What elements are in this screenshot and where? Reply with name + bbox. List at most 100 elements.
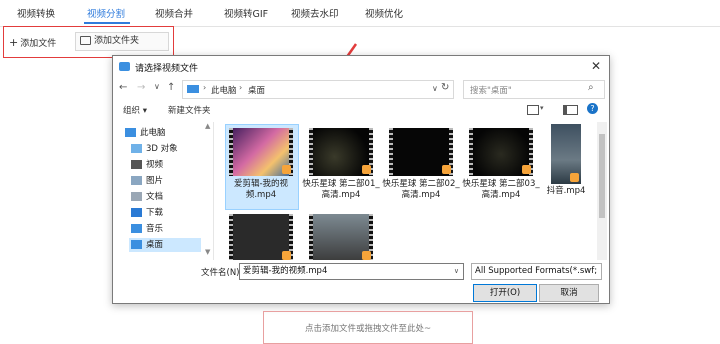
file-grid-scrollbar[interactable]	[597, 122, 607, 260]
up-arrow-icon[interactable]: ↑	[167, 82, 175, 93]
video-folder-icon	[131, 160, 142, 169]
video-thumbnail[interactable]	[309, 214, 373, 260]
organize-menu[interactable]: 组织 ▾	[123, 104, 147, 116]
play-badge-icon	[570, 173, 579, 182]
scroll-up-icon[interactable]: ▲	[205, 122, 210, 130]
forward-arrow-icon[interactable]: →	[137, 82, 145, 93]
preview-pane-icon[interactable]	[563, 105, 578, 115]
tree-label: 3D 对象	[146, 144, 178, 154]
filmstrip	[229, 214, 233, 260]
play-badge-icon	[282, 165, 291, 174]
tab-video-merge[interactable]: 视频合并	[155, 6, 193, 20]
file-name: 快乐星球 第二部01_高清.mp4	[302, 179, 380, 200]
video-thumbnail[interactable]	[551, 124, 581, 184]
app-tab-bar: 视频转换 视频分割 视频合并 视频转GIF 视频去水印 视频优化	[0, 0, 720, 27]
drop-zone[interactable]: 点击添加文件或拖拽文件至此处~	[263, 311, 473, 344]
dialog-titlebar: 请选择视频文件 ✕	[113, 56, 609, 78]
tree-label: 音乐	[146, 224, 164, 234]
open-button[interactable]: 打开(O)	[473, 284, 537, 302]
tab-remove-watermark[interactable]: 视频去水印	[291, 6, 339, 20]
tree-label: 文档	[146, 192, 164, 202]
address-bar[interactable]: › 此电脑 › 桌面 ∨ ↻	[182, 80, 454, 99]
dialog-app-icon	[119, 62, 130, 71]
tree-item-this-pc[interactable]: 此电脑	[125, 126, 166, 140]
tab-video-split[interactable]: 视频分割	[87, 6, 125, 20]
add-folder-label: 添加文件夹	[94, 36, 140, 46]
tree-label: 视频	[146, 160, 164, 170]
tree-item-music[interactable]: 音乐	[131, 222, 163, 236]
music-folder-icon	[131, 224, 142, 233]
tree-item-3d-objects[interactable]: 3D 对象	[131, 142, 178, 156]
address-dropdown-icon[interactable]: ∨	[432, 84, 438, 93]
pc-icon	[187, 85, 199, 93]
tree-item-downloads[interactable]: 下载	[131, 206, 163, 220]
desktop-folder-icon	[131, 240, 142, 249]
breadcrumb-current[interactable]: 桌面	[248, 84, 265, 96]
new-folder-button[interactable]: 新建文件夹	[168, 104, 211, 116]
filmstrip	[229, 128, 233, 176]
breadcrumb-separator-icon: ›	[239, 83, 243, 92]
view-dropdown-icon[interactable]: ▾	[540, 104, 544, 112]
tree-label: 此电脑	[140, 128, 166, 138]
filmstrip	[389, 128, 393, 176]
search-icon: ⌕	[588, 82, 594, 93]
help-icon[interactable]: ?	[587, 103, 598, 114]
cube-icon	[131, 144, 142, 153]
filename-dropdown-icon[interactable]: ∨	[454, 264, 459, 279]
add-file-label: 添加文件	[20, 39, 57, 49]
tab-video-to-gif[interactable]: 视频转GIF	[224, 6, 268, 20]
document-folder-icon	[131, 192, 142, 201]
computer-icon	[125, 128, 136, 137]
tab-video-optimize[interactable]: 视频优化	[365, 6, 403, 20]
video-thumbnail	[229, 128, 293, 176]
cancel-button[interactable]: 取消	[539, 284, 599, 302]
back-arrow-icon[interactable]: ←	[119, 82, 127, 93]
tree-label: 桌面	[146, 240, 164, 250]
view-options-icon[interactable]	[527, 105, 539, 115]
tree-item-videos[interactable]: 视频	[131, 158, 163, 172]
navigation-pane: 此电脑 3D 对象 视频 图片 文档 下载 音乐 桌面 ▲ ▼	[113, 122, 214, 260]
video-thumbnail[interactable]	[229, 214, 293, 260]
dialog-title: 请选择视频文件	[135, 64, 199, 74]
tab-video-convert[interactable]: 视频转换	[17, 6, 55, 20]
tree-label: 图片	[146, 176, 164, 186]
play-badge-icon	[522, 165, 531, 174]
add-file-button[interactable]: + 添加文件	[8, 33, 66, 52]
scrollbar-thumb[interactable]	[599, 134, 605, 218]
file-type-value: All Supported Formats(*.swf;	[475, 266, 598, 276]
file-name: 爱剪辑-我的视频.mp4	[233, 179, 289, 200]
file-name: 快乐星球 第二部02_高清.mp4	[382, 179, 460, 200]
add-folder-button[interactable]: 添加文件夹	[75, 32, 169, 51]
filmstrip	[309, 214, 313, 260]
folder-icon	[80, 36, 91, 45]
play-badge-icon	[442, 165, 451, 174]
tree-item-desktop[interactable]: 桌面	[129, 238, 201, 252]
refresh-icon[interactable]: ↻	[441, 82, 449, 93]
video-thumbnail[interactable]	[309, 128, 373, 176]
tree-item-pictures[interactable]: 图片	[131, 174, 163, 188]
breadcrumb-root[interactable]: 此电脑	[211, 84, 237, 96]
play-badge-icon	[362, 251, 371, 260]
filename-value: 爱剪辑-我的视频.mp4	[243, 266, 328, 276]
breadcrumb-separator-icon: ›	[203, 83, 207, 92]
video-thumbnail[interactable]	[389, 128, 453, 176]
file-name: 抖音.mp4	[546, 186, 586, 196]
search-placeholder: 搜索"桌面"	[470, 86, 512, 96]
tree-item-documents[interactable]: 文档	[131, 190, 163, 204]
download-folder-icon	[131, 208, 142, 217]
tree-label: 下载	[146, 208, 164, 218]
file-type-select[interactable]: All Supported Formats(*.swf;	[471, 263, 602, 280]
recent-chevron-icon[interactable]: ∨	[154, 82, 160, 91]
search-box[interactable]: 搜索"桌面" ⌕	[463, 80, 605, 99]
filename-input[interactable]: 爱剪辑-我的视频.mp4 ∨	[239, 263, 464, 280]
file-grid: 爱剪辑-我的视频.mp4 快乐星球 第二部01_高清.mp4 快乐星球 第二部0…	[215, 122, 595, 260]
filename-label: 文件名(N):	[201, 268, 243, 278]
filmstrip	[309, 128, 313, 176]
close-icon[interactable]: ✕	[591, 59, 601, 73]
plus-icon: +	[9, 36, 19, 49]
active-tab-indicator	[84, 22, 130, 24]
command-bar: 组织 ▾ 新建文件夹 ▾ ?	[113, 100, 609, 120]
video-thumbnail[interactable]	[469, 128, 533, 176]
play-badge-icon	[362, 165, 371, 174]
scroll-down-icon[interactable]: ▼	[205, 248, 210, 256]
